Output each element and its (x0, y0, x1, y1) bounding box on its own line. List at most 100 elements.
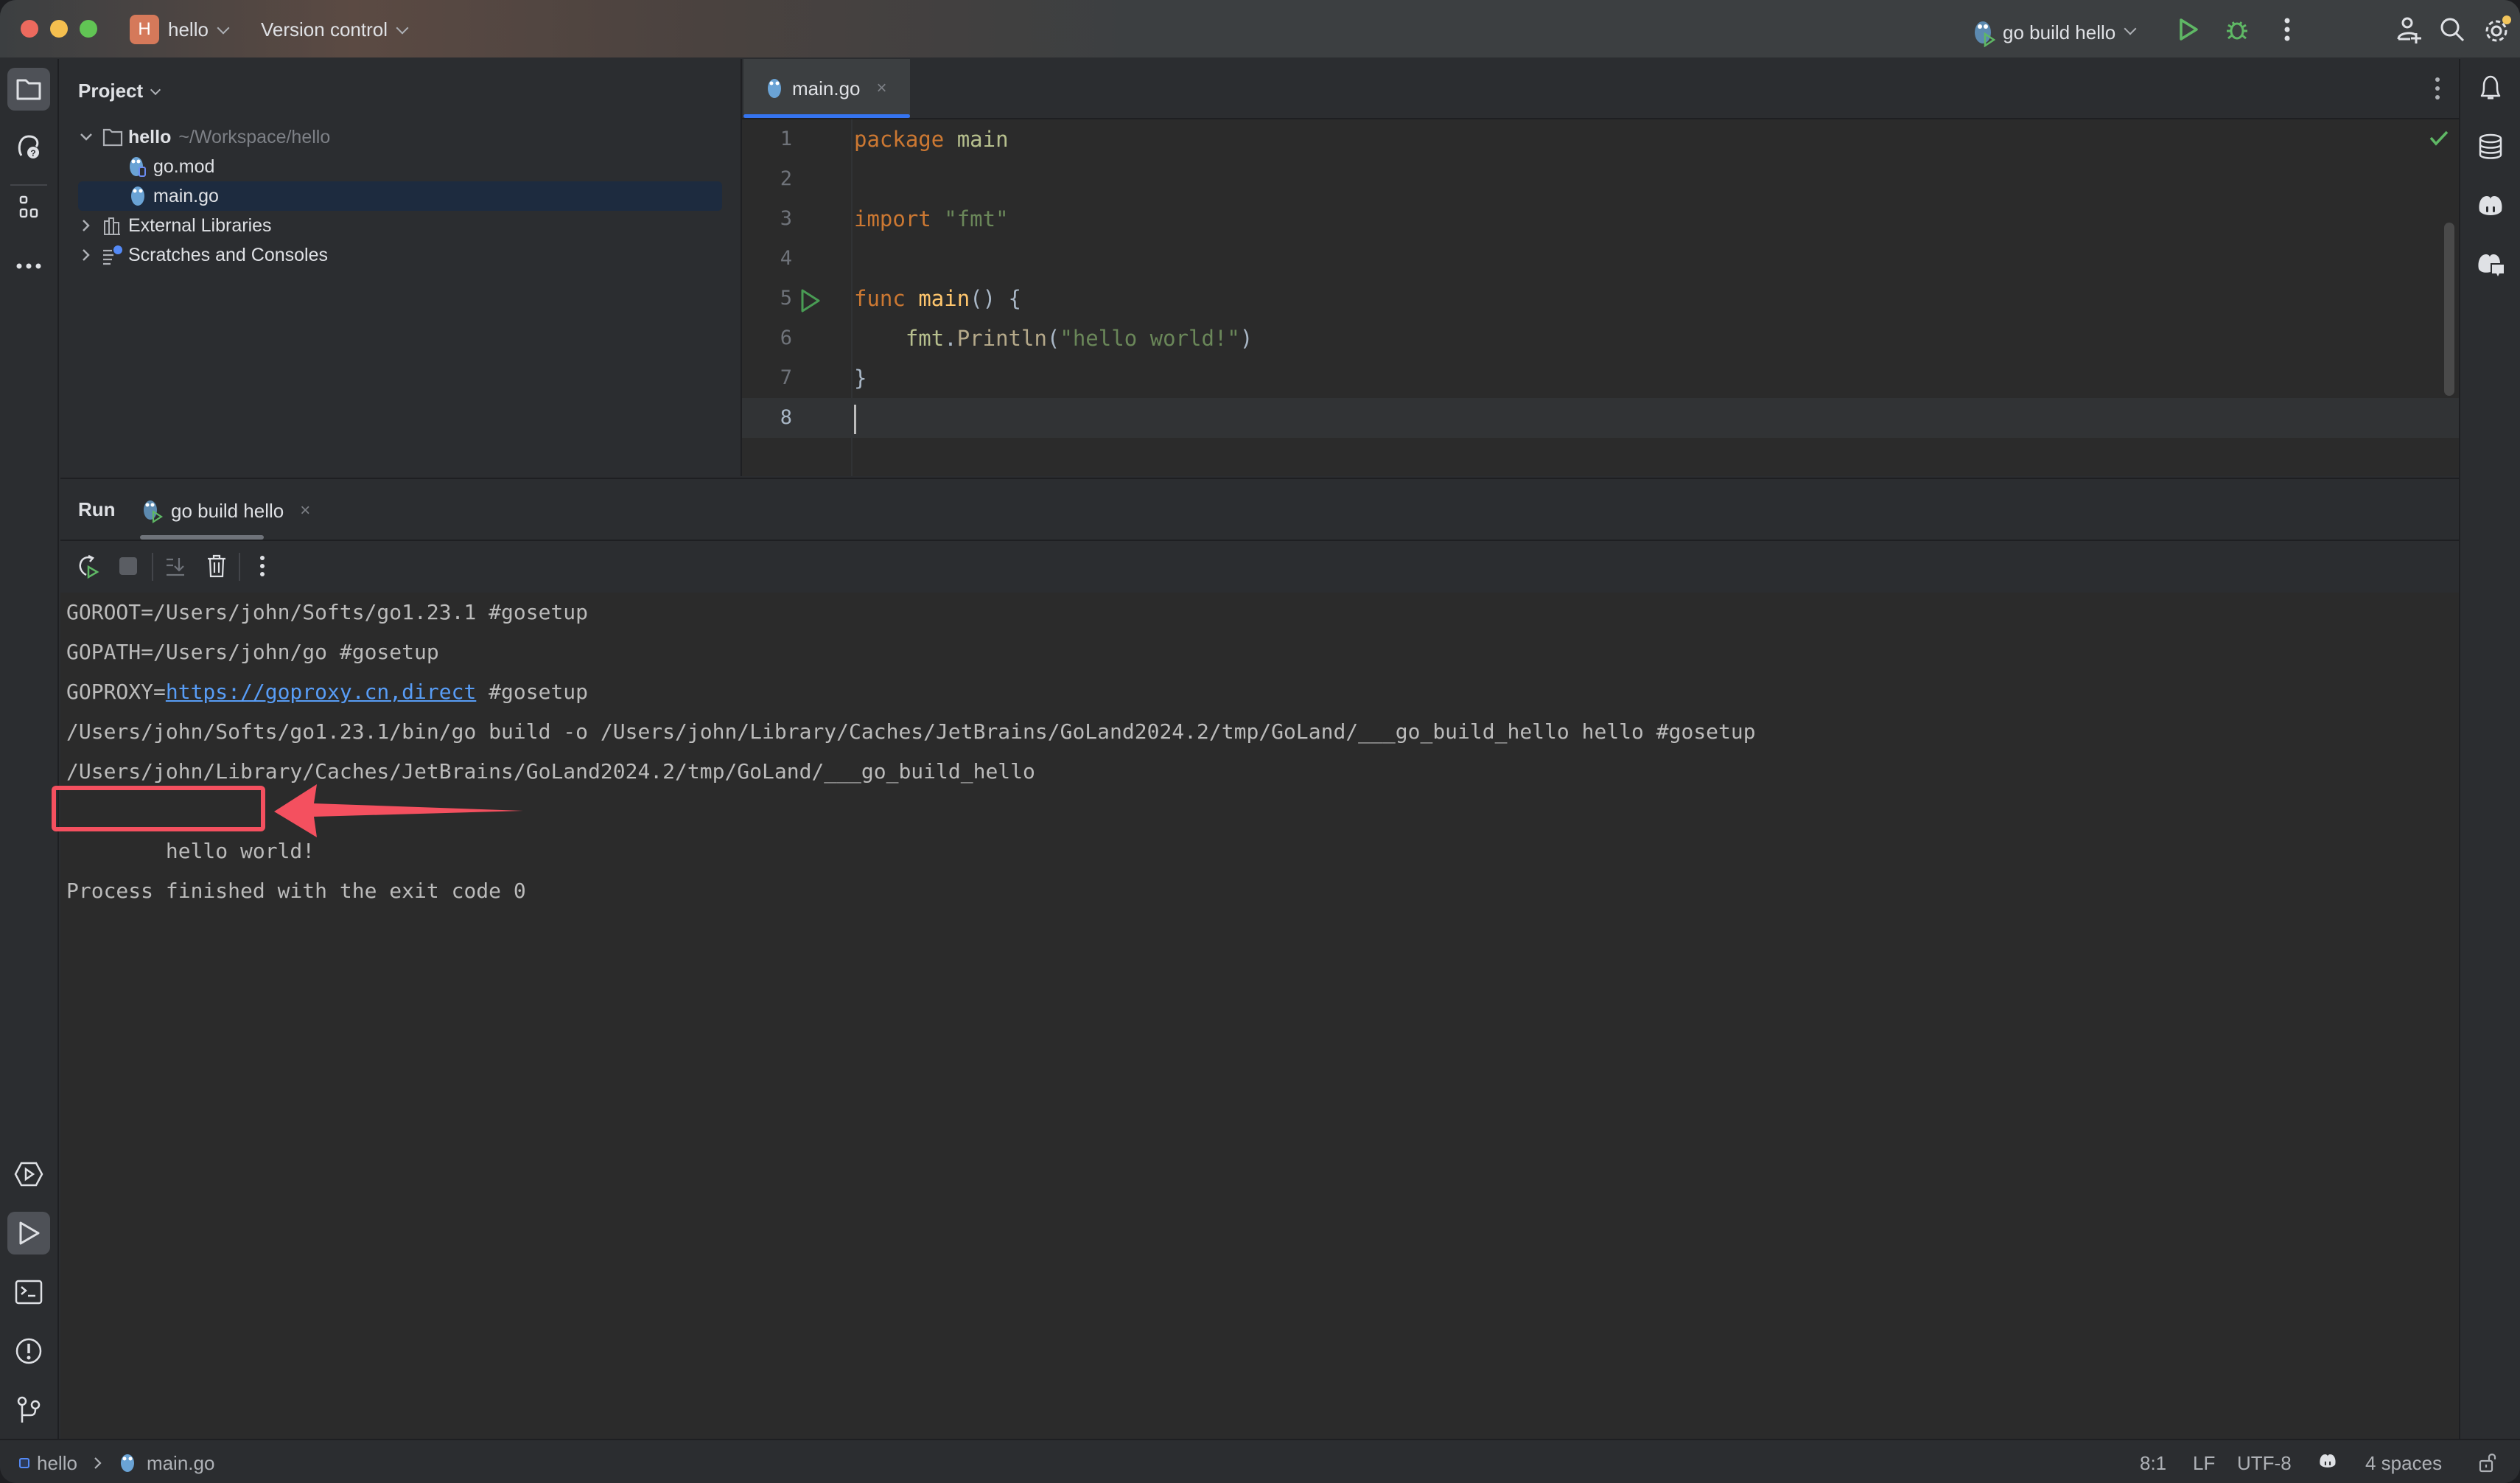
search-icon (2440, 18, 2465, 42)
folder-icon (102, 126, 124, 148)
project-panel-title[interactable]: Project (78, 80, 161, 102)
run-more-button[interactable] (246, 550, 279, 582)
run-button[interactable] (2172, 13, 2205, 46)
close-icon[interactable]: × (300, 500, 310, 521)
breadcrumb-file[interactable]: main.go (147, 1452, 215, 1474)
debug-button[interactable] (2221, 13, 2253, 46)
scroll-to-end-button[interactable] (159, 550, 192, 582)
editor-tab-bar: main.go × (742, 59, 2460, 119)
file-encoding[interactable]: UTF-8 (2237, 1452, 2292, 1474)
chevron-down-icon[interactable] (77, 128, 96, 147)
services-tool-button[interactable] (7, 1153, 50, 1196)
code-punctuation: () { (970, 286, 1021, 311)
project-selector[interactable]: hello (168, 18, 230, 41)
gear-icon (2485, 15, 2511, 42)
caret-position[interactable]: 8:1 (2140, 1452, 2166, 1474)
module-icon (19, 1458, 29, 1468)
line-number: 5 (780, 287, 792, 310)
editor-tabs-menu-button[interactable] (2434, 77, 2441, 104)
breadcrumb-project[interactable]: hello (37, 1452, 77, 1474)
active-tab-indicator (140, 535, 264, 540)
tree-item-label: go.mod (153, 156, 215, 177)
goproxy-link[interactable]: https://goproxy.cn,direct (166, 680, 476, 704)
project-badge[interactable]: H (130, 15, 159, 44)
tab-main-go[interactable]: main.go × (743, 59, 910, 118)
problems-tool-button[interactable] (7, 1330, 50, 1372)
tree-item-external-libraries[interactable]: External Libraries (77, 211, 725, 240)
vcs-selector[interactable]: Version control (261, 18, 409, 41)
keyword: import (854, 206, 931, 231)
code-with-me-button[interactable] (2393, 13, 2426, 46)
run-tool-button[interactable] (7, 1212, 50, 1255)
more-vertical-icon (260, 556, 265, 576)
console-text: #gosetup (476, 680, 589, 704)
warning-circle-icon (15, 1338, 42, 1364)
run-config-selector[interactable]: go build hello (1972, 18, 2137, 47)
indent-setting[interactable]: 4 spaces (2365, 1452, 2442, 1474)
string-literal: "fmt" (944, 206, 1009, 231)
console-text: GOPROXY= (66, 680, 166, 704)
tree-item-main-go[interactable]: main.go (78, 181, 722, 211)
copilot-status-button[interactable] (2318, 1452, 2337, 1470)
rerun-icon (79, 554, 99, 579)
learn-tool-button[interactable]: ? (7, 125, 50, 168)
tree-item-scratches[interactable]: Scratches and Consoles (77, 240, 725, 270)
more-vertical-icon (2435, 77, 2440, 100)
window-minimize-button[interactable] (50, 20, 68, 38)
editor: main.go × 1 package main 2 3 import "fmt… (741, 59, 2460, 476)
annotation-arrow-icon (274, 784, 523, 837)
console-line: /Users/john/Softs/go1.23.1/bin/go build … (66, 719, 1756, 744)
editor-scrollbar[interactable] (2444, 223, 2454, 396)
trash-icon (208, 554, 225, 578)
inspection-ok-indicator[interactable] (2429, 130, 2449, 150)
git-tool-button[interactable] (7, 1389, 50, 1431)
ai-assistant-button[interactable] (2471, 186, 2510, 226)
close-icon[interactable]: × (877, 78, 887, 99)
line-number: 2 (780, 167, 792, 190)
right-tool-strip (2459, 59, 2520, 1439)
tab-label: main.go (792, 77, 861, 100)
code-line: 3 import "fmt" (742, 199, 2459, 239)
ai-chat-button[interactable] (2471, 245, 2510, 285)
ide-window: H hello Version control go build hello ?… (0, 0, 2520, 1483)
terminal-tool-button[interactable] (7, 1271, 50, 1313)
window-maximize-button[interactable] (80, 20, 97, 38)
clear-console-button[interactable] (200, 550, 233, 582)
read-only-toggle[interactable] (2479, 1452, 2498, 1473)
line-number: 3 (780, 207, 792, 230)
project-name: hello (168, 18, 209, 41)
database-tool-button[interactable] (2471, 127, 2510, 167)
string-literal: "hello world!" (1060, 326, 1240, 351)
tree-item-go-mod[interactable]: go.mod (77, 152, 725, 181)
code-line: 6 fmt.Println("hello world!") (742, 318, 2459, 358)
settings-button[interactable] (2482, 13, 2514, 46)
more-actions-button[interactable] (2271, 13, 2303, 46)
library-icon (102, 214, 124, 237)
stop-button[interactable] (112, 550, 144, 582)
run-panel-title: Run (78, 498, 116, 520)
tree-item-hello[interactable]: hello ~/Workspace/hello (77, 122, 725, 152)
line-number: 1 (780, 128, 792, 150)
console-output[interactable]: GOROOT=/Users/john/Softs/go1.23.1 #goset… (52, 593, 2459, 1440)
code-editor[interactable]: 1 package main 2 3 import "fmt" 4 5 func… (742, 119, 2460, 476)
tab-go-build-hello[interactable]: go build hello × (141, 494, 310, 528)
search-button[interactable] (2436, 13, 2468, 46)
chevron-right-icon[interactable] (77, 216, 96, 235)
rerun-button[interactable] (72, 550, 105, 582)
console-line: GOROOT=/Users/john/Softs/go1.23.1 #goset… (66, 600, 589, 624)
more-tools-button[interactable] (7, 245, 50, 287)
vcs-label: Version control (261, 18, 388, 41)
code-line: 2 (742, 159, 2459, 199)
chevron-right-icon[interactable] (77, 245, 96, 265)
code-line: 5 func main() { (742, 279, 2459, 318)
structure-tool-button[interactable] (7, 186, 50, 228)
go-run-config-icon (144, 500, 164, 523)
keyword: package (854, 127, 945, 152)
project-tool-button[interactable] (7, 68, 50, 111)
notifications-button[interactable] (2471, 68, 2510, 108)
run-config-label: go build hello (2003, 21, 2116, 43)
line-separator[interactable]: LF (2193, 1452, 2215, 1474)
left-tool-strip: ? (0, 59, 59, 1439)
window-close-button[interactable] (21, 20, 38, 38)
more-horizontal-icon (16, 263, 41, 269)
